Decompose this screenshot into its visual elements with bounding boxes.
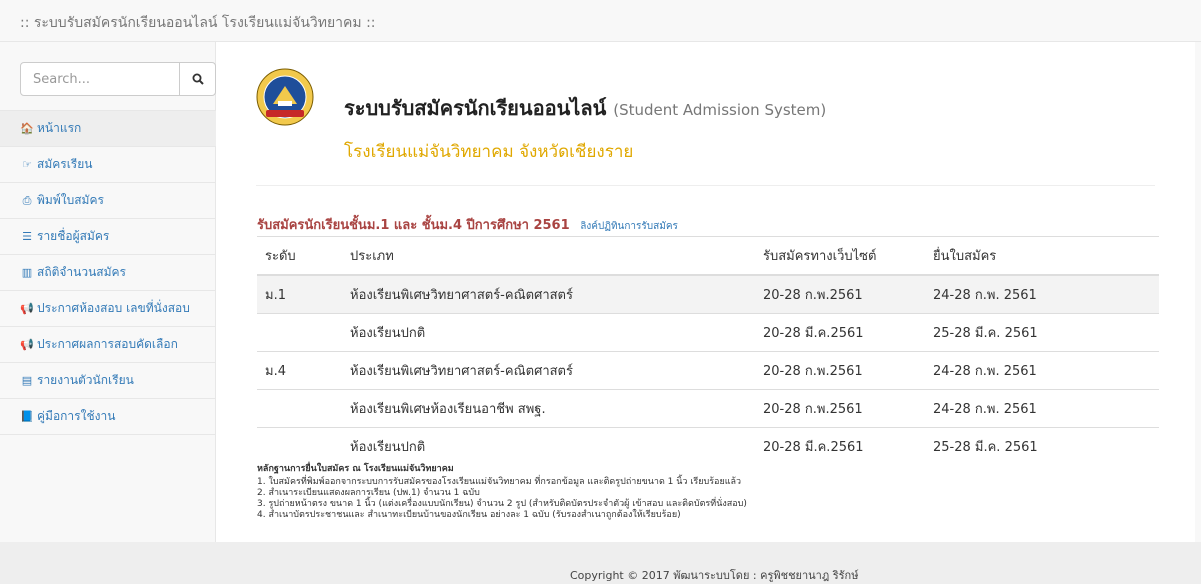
document-item: 4. สำเนาบัตรประชาชนและ สำเนาทะเบียนบ้านข… bbox=[257, 510, 681, 520]
table-row: ห้องเรียนปกติ 20-28 มี.ค.2561 25-28 มี.ค… bbox=[257, 427, 1159, 465]
bullhorn-icon: 📢 bbox=[20, 338, 34, 351]
table-cell: 25-28 มี.ค. 2561 bbox=[925, 427, 1159, 465]
table-cell: ม.1 bbox=[257, 274, 342, 314]
sidebar-item-manual[interactable]: 📘 คู่มือการใช้งาน bbox=[0, 399, 216, 435]
admission-notice: รับสมัครนักเรียนชั้นม.1 และ ชั้นม.4 ปีกา… bbox=[257, 214, 678, 235]
list-icon: ☰ bbox=[22, 230, 32, 243]
sidebar-item-print-form[interactable]: ⎙ พิมพ์ใบสมัคร bbox=[0, 183, 216, 219]
sidebar-item-label: รายชื่อผู้สมัคร bbox=[37, 229, 110, 243]
navbar-brand[interactable]: :: ระบบรับสมัครนักเรียนออนไลน์ โรงเรียนแ… bbox=[20, 12, 376, 34]
notice-text: รับสมัครนักเรียนชั้นม.1 และ ชั้นม.4 ปีกา… bbox=[257, 218, 570, 233]
required-documents: หลักฐานการยื่นใบสมัคร ณ โรงเรียนแม่จันวิ… bbox=[257, 464, 747, 521]
table-cell bbox=[257, 389, 342, 428]
sidebar: 🏠 หน้าแรก ☞ สมัครเรียน ⎙ พิมพ์ใบสมัคร ☰ … bbox=[0, 42, 216, 542]
file-icon: ▤ bbox=[21, 374, 33, 387]
table-cell: 25-28 มี.ค. 2561 bbox=[925, 313, 1159, 352]
hand-point-icon: ☞ bbox=[22, 158, 32, 171]
footer: Copyright © 2017 พัฒนาระบบโดย : ครูพิชชย… bbox=[0, 542, 1201, 584]
table-cell: 20-28 มี.ค.2561 bbox=[755, 313, 925, 352]
table-header-row: ระดับ ประเภท รับสมัครทางเว็บไซต์ ยื่นใบส… bbox=[257, 236, 1159, 276]
column-header: ระดับ bbox=[257, 236, 342, 276]
divider bbox=[256, 185, 1155, 186]
column-header: ยื่นใบสมัคร bbox=[925, 236, 1159, 276]
table-cell: ม.4 bbox=[257, 351, 342, 390]
table-cell: 20-28 มี.ค.2561 bbox=[755, 427, 925, 465]
sidebar-item-label: สถิติจำนวนสมัคร bbox=[37, 265, 127, 279]
calendar-link[interactable]: ลิงค์ปฏิทินการรับสมัคร bbox=[580, 221, 678, 232]
schedule-table: ระดับ ประเภท รับสมัครทางเว็บไซต์ ยื่นใบส… bbox=[257, 236, 1159, 465]
document-item: 2. สำเนาระเบียนแสดงผลการเรียน (ปพ.1) จำน… bbox=[257, 488, 480, 498]
sidebar-item-exam-results[interactable]: 📢 ประกาศผลการสอบคัดเลือก bbox=[0, 327, 216, 363]
table-cell: ห้องเรียนพิเศษห้องเรียนอาชีพ สพฐ. bbox=[342, 389, 755, 428]
table-row: ห้องเรียนปกติ 20-28 มี.ค.2561 25-28 มี.ค… bbox=[257, 313, 1159, 352]
scrollbar-track[interactable] bbox=[1195, 42, 1201, 542]
table-row: ม.4 ห้องเรียนพิเศษวิทยาศาสตร์-คณิตศาสตร์… bbox=[257, 351, 1159, 390]
document-item: 1. ใบสมัครที่พิมพ์ออกจากระบบการรับสมัครข… bbox=[257, 477, 742, 487]
main-content: ระบบรับสมัครนักเรียนออนไลน์ (Student Adm… bbox=[216, 42, 1195, 542]
table-cell: ห้องเรียนปกติ bbox=[342, 313, 755, 352]
sidebar-item-label: ประกาศห้องสอบ เลขที่นั่งสอบ bbox=[37, 301, 190, 315]
sidebar-item-label: คู่มือการใช้งาน bbox=[37, 409, 116, 423]
search-group bbox=[20, 62, 216, 96]
page-title: ระบบรับสมัครนักเรียนออนไลน์ (Student Adm… bbox=[344, 92, 826, 124]
sidebar-item-exam-rooms[interactable]: 📢 ประกาศห้องสอบ เลขที่นั่งสอบ bbox=[0, 291, 216, 327]
sidebar-item-label: ประกาศผลการสอบคัดเลือก bbox=[37, 337, 178, 351]
book-icon: 📘 bbox=[20, 410, 34, 423]
sidebar-item-label: สมัครเรียน bbox=[37, 157, 93, 171]
print-icon: ⎙ bbox=[22, 193, 32, 207]
table-cell bbox=[257, 427, 342, 465]
sidebar-item-label: พิมพ์ใบสมัคร bbox=[37, 193, 104, 207]
documents-heading: หลักฐานการยื่นใบสมัคร ณ โรงเรียนแม่จันวิ… bbox=[257, 464, 454, 474]
search-button[interactable] bbox=[179, 62, 216, 96]
document-item: 3. รูปถ่ายหน้าตรง ขนาด 1 นิ้ว (แต่งเครื่… bbox=[257, 499, 747, 509]
title-en: (Student Admission System) bbox=[613, 101, 827, 119]
title-th: ระบบรับสมัครนักเรียนออนไลน์ bbox=[344, 96, 607, 120]
sidebar-item-label: หน้าแรก bbox=[37, 121, 82, 135]
table-cell: ห้องเรียนพิเศษวิทยาศาสตร์-คณิตศาสตร์ bbox=[342, 274, 755, 314]
table-cell bbox=[257, 313, 342, 352]
school-name: โรงเรียนแม่จันวิทยาคม จังหวัดเชียงราย bbox=[344, 142, 634, 162]
column-header: รับสมัครทางเว็บไซต์ bbox=[755, 236, 925, 276]
bar-chart-icon: ▥ bbox=[21, 266, 33, 279]
table-cell: ห้องเรียนปกติ bbox=[342, 427, 755, 465]
column-header: ประเภท bbox=[342, 236, 755, 276]
table-cell: 20-28 ก.พ.2561 bbox=[755, 351, 925, 390]
table-cell: 24-28 ก.พ. 2561 bbox=[925, 389, 1159, 428]
table-cell: ห้องเรียนพิเศษวิทยาศาสตร์-คณิตศาสตร์ bbox=[342, 351, 755, 390]
table-row: ม.1 ห้องเรียนพิเศษวิทยาศาสตร์-คณิตศาสตร์… bbox=[257, 274, 1159, 314]
school-logo-icon bbox=[256, 68, 314, 126]
sidebar-item-apply[interactable]: ☞ สมัครเรียน bbox=[0, 147, 216, 183]
sidebar-item-home[interactable]: 🏠 หน้าแรก bbox=[0, 111, 216, 147]
sidebar-nav: 🏠 หน้าแรก ☞ สมัครเรียน ⎙ พิมพ์ใบสมัคร ☰ … bbox=[0, 110, 216, 435]
sidebar-item-applicant-list[interactable]: ☰ รายชื่อผู้สมัคร bbox=[0, 219, 216, 255]
bullhorn-icon: 📢 bbox=[20, 302, 34, 315]
copyright-text: Copyright © 2017 พัฒนาระบบโดย : ครูพิชชย… bbox=[570, 569, 859, 582]
table-cell: 24-28 ก.พ. 2561 bbox=[925, 274, 1159, 314]
table-cell: 20-28 ก.พ.2561 bbox=[755, 274, 925, 314]
search-input[interactable] bbox=[20, 62, 180, 96]
home-icon: 🏠 bbox=[20, 122, 34, 135]
table-row: ห้องเรียนพิเศษห้องเรียนอาชีพ สพฐ. 20-28 … bbox=[257, 389, 1159, 428]
sidebar-item-report-in[interactable]: ▤ รายงานตัวนักเรียน bbox=[0, 363, 216, 399]
search-icon bbox=[192, 73, 204, 85]
table-cell: 24-28 ก.พ. 2561 bbox=[925, 351, 1159, 390]
navbar: :: ระบบรับสมัครนักเรียนออนไลน์ โรงเรียนแ… bbox=[0, 0, 1201, 42]
table-cell: 20-28 ก.พ.2561 bbox=[755, 389, 925, 428]
sidebar-item-label: รายงานตัวนักเรียน bbox=[37, 373, 134, 387]
sidebar-item-statistics[interactable]: ▥ สถิติจำนวนสมัคร bbox=[0, 255, 216, 291]
